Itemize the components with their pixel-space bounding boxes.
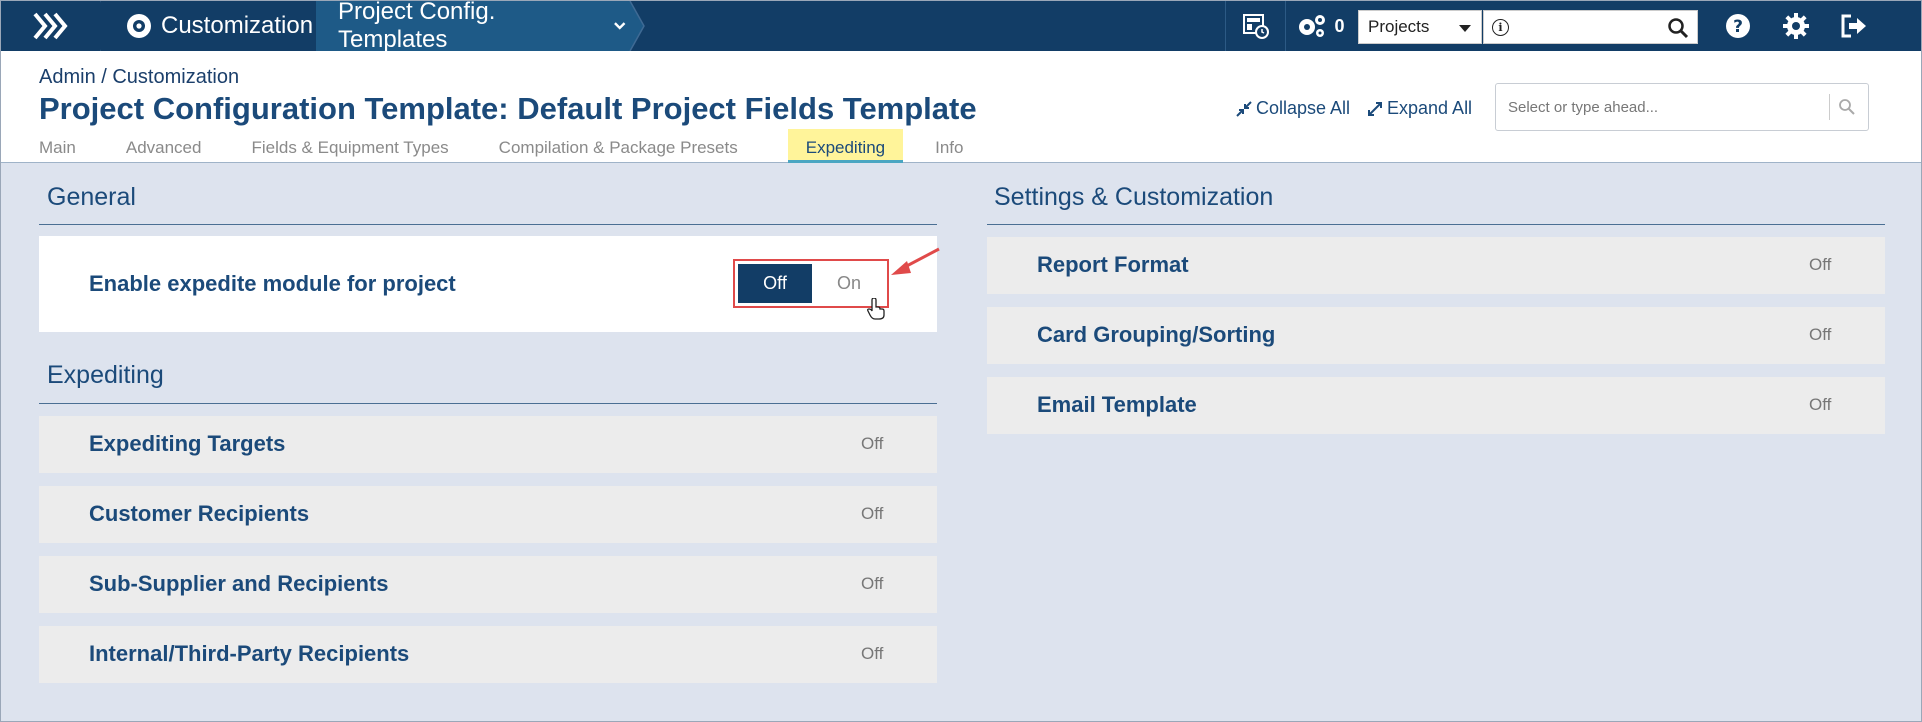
section-title-general: General bbox=[47, 183, 136, 211]
row-label: Expediting Targets bbox=[89, 431, 286, 456]
row-card-grouping-sorting[interactable]: Card Grouping/Sorting Off bbox=[987, 307, 1885, 364]
tab-main[interactable]: Main bbox=[39, 129, 76, 163]
global-search-input[interactable]: i bbox=[1483, 10, 1698, 44]
collapse-all-label: Collapse All bbox=[1256, 98, 1351, 118]
settings-button[interactable] bbox=[1768, 1, 1824, 51]
row-label: Internal/Third-Party Recipients bbox=[89, 641, 410, 666]
breadcrumb-project-config-templates[interactable]: Project Config. Templates bbox=[316, 0, 626, 53]
expand-all-label: Expand All bbox=[1387, 98, 1473, 118]
search-icon[interactable] bbox=[1667, 17, 1689, 39]
enable-expedite-toggle[interactable]: Off On bbox=[733, 259, 889, 308]
row-email-template[interactable]: Email Template Off bbox=[987, 377, 1885, 434]
toggle-off-option[interactable]: Off bbox=[738, 264, 812, 303]
row-label: Customer Recipients bbox=[89, 501, 310, 526]
customization-gear-icon bbox=[127, 14, 151, 38]
tab-advanced[interactable]: Advanced bbox=[126, 129, 202, 163]
tab-bar: Main Advanced Fields & Equipment Types C… bbox=[39, 129, 1013, 163]
tab-expediting[interactable]: Expediting bbox=[787, 129, 904, 163]
hand-cursor-icon bbox=[867, 298, 885, 320]
annotation-arrow-icon bbox=[891, 247, 940, 275]
svg-text:?: ? bbox=[1733, 17, 1743, 37]
section-search-placeholder: Select or type ahead... bbox=[1508, 99, 1659, 116]
background-tasks-button[interactable]: 0 bbox=[1285, 1, 1355, 51]
row-report-format[interactable]: Report Format Off bbox=[987, 237, 1885, 294]
enable-expedite-label: Enable expedite module for project bbox=[89, 271, 456, 296]
breadcrumb-templates-label: Project Config. Templates bbox=[338, 0, 496, 53]
section-search-input[interactable]: Select or type ahead... bbox=[1495, 83, 1869, 131]
app-logo-icon[interactable] bbox=[1, 1, 101, 51]
row-label: Card Grouping/Sorting bbox=[1037, 322, 1276, 347]
status-badge: Off bbox=[861, 504, 884, 523]
module-select-value: Projects bbox=[1368, 17, 1430, 36]
row-expediting-targets[interactable]: Expediting Targets Off bbox=[39, 416, 937, 473]
breadcrumb-separator bbox=[626, 1, 645, 51]
tab-fields-equipment-types[interactable]: Fields & Equipment Types bbox=[251, 129, 448, 163]
status-badge: Off bbox=[861, 434, 884, 453]
status-badge: Off bbox=[1809, 255, 1832, 274]
breadcrumb[interactable]: Admin / Customization bbox=[39, 66, 239, 89]
search-divider bbox=[1829, 94, 1830, 120]
row-label: Report Format bbox=[1037, 252, 1189, 277]
status-badge: Off bbox=[1809, 325, 1832, 344]
chevron-down-icon bbox=[613, 22, 625, 30]
collapse-arrows-icon bbox=[1236, 100, 1252, 117]
expand-all-button[interactable]: Expand All bbox=[1367, 98, 1472, 119]
help-icon: ? bbox=[1726, 14, 1750, 38]
expand-arrows-icon bbox=[1368, 101, 1382, 116]
page-header: Admin / Customization Project Configurat… bbox=[1, 51, 1921, 163]
section-divider bbox=[39, 403, 937, 404]
row-internal-third-party-recipients[interactable]: Internal/Third-Party Recipients Off bbox=[39, 626, 937, 683]
help-button[interactable]: ? bbox=[1708, 1, 1768, 51]
section-divider bbox=[39, 224, 937, 225]
row-label: Sub-Supplier and Recipients bbox=[89, 571, 389, 596]
row-label: Email Template bbox=[1037, 392, 1197, 417]
row-sub-supplier-recipients[interactable]: Sub-Supplier and Recipients Off bbox=[39, 556, 937, 613]
collapse-all-button[interactable]: Collapse All bbox=[1236, 98, 1350, 119]
info-icon[interactable]: i bbox=[1492, 19, 1509, 36]
row-customer-recipients[interactable]: Customer Recipients Off bbox=[39, 486, 937, 543]
search-icon[interactable] bbox=[1838, 98, 1856, 116]
dashboard-clock-icon bbox=[1242, 14, 1269, 39]
section-divider bbox=[987, 224, 1885, 225]
dashboard-history-button[interactable] bbox=[1225, 1, 1285, 51]
page-title: Project Configuration Template: Default … bbox=[39, 91, 977, 126]
gears-icon bbox=[1299, 15, 1326, 37]
top-navigation-bar: Customization Project Config. Templates bbox=[1, 0, 1921, 53]
status-badge: Off bbox=[861, 574, 884, 593]
gear-icon bbox=[1783, 13, 1809, 39]
section-title-expediting: Expediting bbox=[47, 361, 164, 389]
tab-compilation-package-presets[interactable]: Compilation & Package Presets bbox=[499, 129, 738, 163]
section-title-settings-customization: Settings & Customization bbox=[994, 183, 1274, 211]
enable-expedite-card: Enable expedite module for project Off O… bbox=[39, 236, 940, 332]
tasks-count-badge: 0 bbox=[1334, 15, 1345, 36]
status-badge: Off bbox=[861, 644, 884, 663]
module-select[interactable]: Projects bbox=[1358, 10, 1482, 44]
tab-info[interactable]: Info bbox=[935, 129, 963, 163]
status-badge: Off bbox=[1809, 395, 1832, 414]
logout-icon bbox=[1841, 14, 1866, 38]
logout-button[interactable] bbox=[1824, 1, 1884, 51]
breadcrumb-customization-label: Customization bbox=[161, 12, 314, 39]
caret-down-icon bbox=[1459, 25, 1471, 32]
breadcrumb-customization[interactable]: Customization bbox=[101, 1, 316, 51]
